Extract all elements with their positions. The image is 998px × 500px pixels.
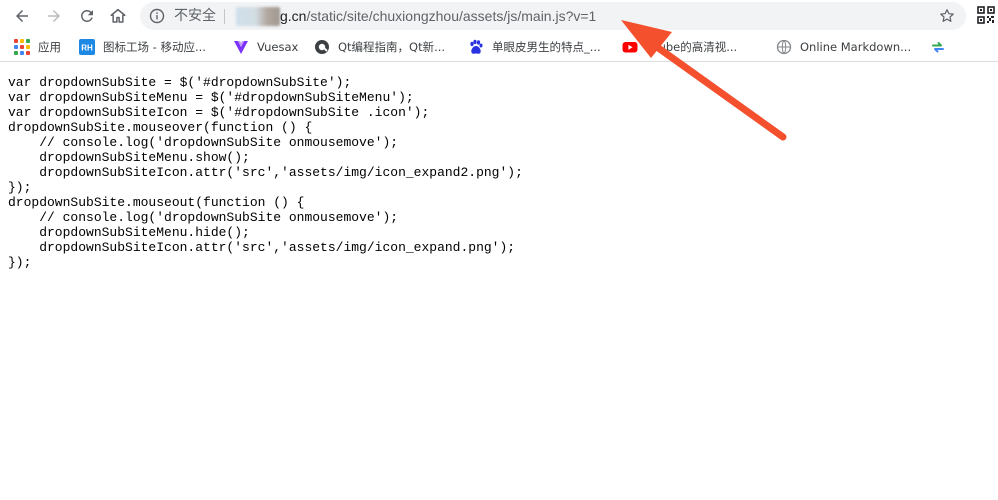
bookmark-label: 应用	[38, 40, 61, 54]
code-line: });	[8, 180, 32, 195]
apps-grid-icon	[14, 39, 30, 55]
address-divider	[224, 9, 225, 24]
back-arrow-icon	[16, 10, 28, 22]
browser-toolbar: 不安全 g.cn/static/site/chuxiongzhou/assets…	[0, 0, 998, 32]
info-icon[interactable]	[149, 8, 165, 24]
url-path: /static/site/chuxiongzhou/assets/js/main…	[306, 8, 597, 24]
address-bar[interactable]: 不安全 g.cn/static/site/chuxiongzhou/assets…	[140, 2, 966, 30]
back-button[interactable]	[10, 4, 34, 28]
reload-icon	[81, 9, 93, 22]
bookmark-star-icon[interactable]	[938, 7, 956, 25]
code-line: var dropdownSubSiteIcon = $('#dropdownSu…	[8, 105, 430, 120]
bookmark-label: uTube的高清视...	[646, 40, 738, 54]
bookmark-label: 图标工场 - 移动应...	[103, 40, 206, 54]
qr-code-icon[interactable]	[977, 6, 995, 24]
home-icon	[110, 8, 126, 23]
bookmark-label: Qt编程指南，Qt新...	[338, 40, 446, 54]
home-button[interactable]	[106, 4, 130, 28]
url-host: g.cn	[280, 8, 307, 24]
javascript-source: var dropdownSubSite = $('#dropdownSubSit…	[8, 75, 523, 270]
code-line: dropdownSubSiteMenu.hide();	[8, 225, 250, 240]
reload-button[interactable]	[75, 4, 99, 28]
forward-button[interactable]	[42, 4, 66, 28]
redacted-url-part	[236, 7, 280, 26]
bookmark-label: Vuesax	[257, 40, 299, 54]
url-text[interactable]: g.cn/static/site/chuxiongzhou/assets/js/…	[280, 7, 596, 25]
code-line: dropdownSubSite.mouseover(function () {	[8, 120, 313, 135]
not-secure-label[interactable]: 不安全	[174, 8, 216, 24]
forward-arrow-icon	[48, 10, 60, 22]
bookmark-iconworks[interactable]: RH 图标工场 - 移动应...	[79, 37, 206, 57]
bookmark-vuesax[interactable]: Vuesax	[233, 37, 298, 57]
code-line: dropdownSubSiteMenu.show();	[8, 150, 250, 165]
code-line: dropdownSubSiteIcon.attr('src','assets/i…	[8, 240, 516, 255]
bookmarks-bar: 应用 RH 图标工场 - 移动应... Vuesax Qt编程指南，Qt新...…	[0, 32, 998, 62]
rh-logo-icon: RH	[79, 39, 95, 55]
vuesax-logo-icon	[233, 39, 249, 55]
bookmark-label: 单眼皮男生的特点_...	[492, 40, 601, 54]
sync-arrows-icon	[930, 39, 946, 55]
baidu-paw-icon	[468, 39, 484, 55]
svg-text:RH: RH	[81, 44, 93, 53]
code-line: dropdownSubSiteIcon.attr('src','assets/i…	[8, 165, 523, 180]
qt-site-icon	[314, 39, 330, 55]
code-line: // console.log('dropdownSubSite onmousem…	[8, 210, 399, 225]
code-line: });	[8, 255, 32, 270]
code-line: dropdownSubSite.mouseout(function () {	[8, 195, 305, 210]
youtube-icon	[622, 39, 638, 55]
code-line: var dropdownSubSiteMenu = $('#dropdownSu…	[8, 90, 414, 105]
bookmark-baidu[interactable]: 单眼皮男生的特点_...	[468, 37, 601, 57]
bookmark-apps[interactable]: 应用	[14, 37, 61, 57]
markdown-site-icon	[776, 39, 792, 55]
bookmark-label: Online Markdown...	[800, 40, 912, 54]
code-line: // console.log('dropdownSubSite onmousem…	[8, 135, 399, 150]
bookmark-qt-guide[interactable]: Qt编程指南，Qt新...	[314, 37, 445, 57]
bookmark-sync[interactable]	[930, 37, 954, 57]
bookmark-online-markdown[interactable]: Online Markdown...	[776, 37, 911, 57]
bookmark-youtube[interactable]: uTube的高清视...	[622, 37, 737, 57]
code-line: var dropdownSubSite = $('#dropdownSubSit…	[8, 75, 352, 90]
